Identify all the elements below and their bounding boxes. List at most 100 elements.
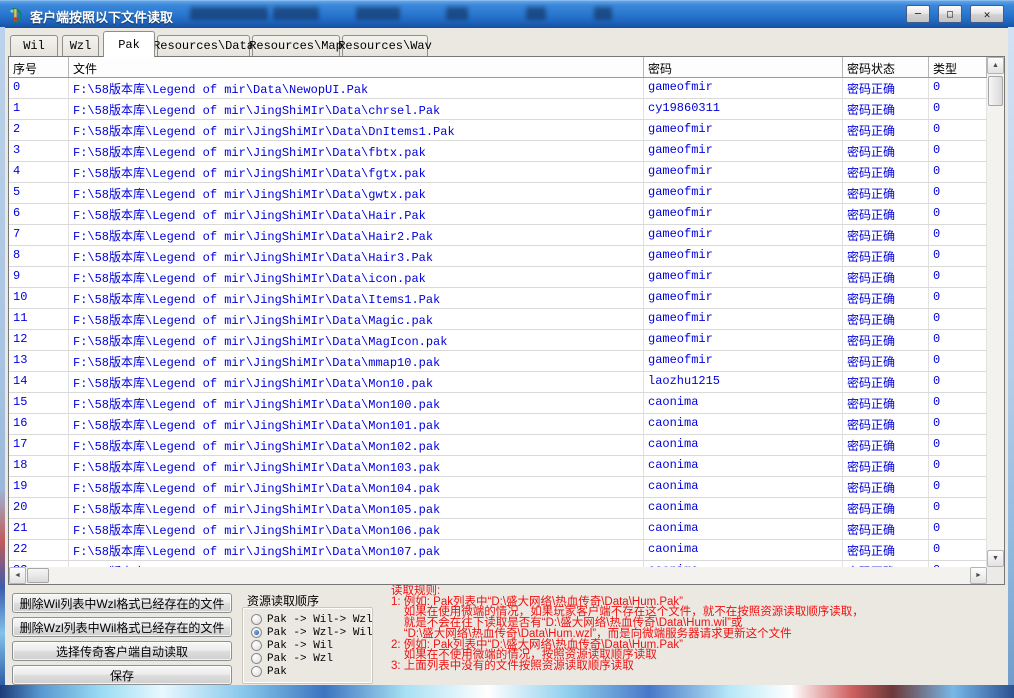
table-row[interactable]: 9 F:\58版本库\Legend of mir\JingShiMIr\Data\… (9, 267, 987, 288)
table-body: 0 F:\58版本库\Legend of mir\Data\NewopUI.Pak… (9, 78, 987, 567)
cell-index: 1 (9, 99, 69, 119)
table-row[interactable]: 3 F:\58版本库\Legend of mir\JingShiMIr\Data\… (9, 141, 987, 162)
table-row[interactable]: 8 F:\58版本库\Legend of mir\JingShiMIr\Data\… (9, 246, 987, 267)
radio-option-3[interactable]: Pak -> Wil (251, 639, 333, 652)
tab-wil[interactable]: Wil (10, 35, 58, 56)
cell-index: 11 (9, 309, 69, 329)
maximize-button[interactable]: □ (938, 5, 962, 23)
radio-option-4[interactable]: Pak -> Wzl (251, 652, 333, 665)
column-header-file[interactable]: 文件 (69, 57, 644, 77)
cell-file: F:\58版本库\Legend of mir\JingShiMIr\Data\M… (69, 477, 644, 497)
tab-resources-map[interactable]: Resources\Map (249, 35, 343, 56)
table-row[interactable]: 14 F:\58版本库\Legend of mir\JingShiMIr\Data… (9, 372, 987, 393)
column-header-type[interactable]: 类型 (929, 57, 987, 77)
cell-type: 0 (929, 141, 987, 161)
table-row[interactable]: 0 F:\58版本库\Legend of mir\Data\NewopUI.Pak… (9, 78, 987, 99)
cell-type: 0 (929, 288, 987, 308)
table-row[interactable]: 22 F:\58版本库\Legend of mir\JingShiMIr\Data… (9, 540, 987, 561)
cell-status: 密码正确 (843, 162, 929, 182)
table-row[interactable]: 2 F:\58版本库\Legend of mir\JingShiMIr\Data\… (9, 120, 987, 141)
cell-password: laozhu1215 (644, 372, 843, 392)
cell-file: F:\58版本库\Legend of mir\JingShiMIr\Data\M… (69, 393, 644, 413)
column-header-password[interactable]: 密码 (644, 57, 843, 77)
cell-type: 0 (929, 456, 987, 476)
scroll-left-button[interactable]: ◄ (9, 567, 26, 584)
tab-wzl[interactable]: Wzl (62, 35, 99, 56)
horizontal-scrollbar[interactable]: ◄ ► (9, 567, 987, 584)
radio-option-2[interactable]: Pak -> Wzl-> Wil (251, 626, 373, 639)
table-row[interactable]: 1 F:\58版本库\Legend of mir\JingShiMIr\Data\… (9, 99, 987, 120)
window-border-left (0, 27, 5, 686)
radio-icon (251, 627, 262, 638)
cell-file: F:\58版本库\Legend of mir\JingShiMIr\Data\D… (69, 120, 644, 140)
cell-file: F:\58版本库\Legend of mir\JingShiMIr\Data\M… (69, 456, 644, 476)
cell-password: gameofmir (644, 225, 843, 245)
cell-status: 密码正确 (843, 477, 929, 497)
cell-type: 0 (929, 540, 987, 560)
minimize-button[interactable]: ─ (906, 5, 930, 23)
cell-status: 密码正确 (843, 351, 929, 371)
table-row[interactable]: 18 F:\58版本库\Legend of mir\JingShiMIr\Data… (9, 456, 987, 477)
cell-type: 0 (929, 351, 987, 371)
vertical-scroll-thumb[interactable] (988, 76, 1003, 106)
cell-status: 密码正确 (843, 141, 929, 161)
scroll-right-icon: ► (975, 572, 982, 579)
cell-type: 0 (929, 78, 987, 98)
window-border-bottom (0, 685, 1014, 698)
table-row[interactable]: 17 F:\58版本库\Legend of mir\JingShiMIr\Data… (9, 435, 987, 456)
rules-text: 读取规则: 1: 例如: Pak列表中“D:\盛大网络\热血传奇\Data\Hu… (391, 585, 864, 672)
cell-status: 密码正确 (843, 330, 929, 350)
radio-option-5[interactable]: Pak (251, 665, 287, 678)
table-row[interactable]: 19 F:\58版本库\Legend of mir\JingShiMIr\Data… (9, 477, 987, 498)
table-row[interactable]: 11 F:\58版本库\Legend of mir\JingShiMIr\Data… (9, 309, 987, 330)
close-button[interactable]: ✕ (970, 5, 1004, 23)
scroll-up-button[interactable]: ▲ (987, 57, 1004, 74)
table-header: 序号 文件 密码 密码状态 类型 (9, 57, 987, 78)
cell-status: 密码正确 (843, 267, 929, 287)
cell-index: 8 (9, 246, 69, 266)
cell-password: caonima (644, 540, 843, 560)
scroll-down-icon: ▼ (992, 555, 999, 562)
delete-wil-duplicates-button[interactable]: 删除Wil列表中Wzl格式已经存在的文件 (12, 593, 232, 613)
window-title: 客户端按照以下文件读取 (30, 10, 174, 25)
column-header-index[interactable]: 序号 (9, 57, 69, 77)
table-row[interactable]: 12 F:\58版本库\Legend of mir\JingShiMIr\Data… (9, 330, 987, 351)
tab-resources-wav[interactable]: Resources\Wav (338, 35, 432, 56)
tab-resources-data[interactable]: Resources\Data (153, 35, 254, 56)
table-row[interactable]: 15 F:\58版本库\Legend of mir\JingShiMIr\Data… (9, 393, 987, 414)
cell-index: 2 (9, 120, 69, 140)
table-row[interactable]: 7 F:\58版本库\Legend of mir\JingShiMIr\Data\… (9, 225, 987, 246)
scroll-left-icon: ◄ (14, 572, 21, 579)
radio-option-1[interactable]: Pak -> Wil-> Wzl (251, 613, 373, 626)
table-row[interactable]: 5 F:\58版本库\Legend of mir\JingShiMIr\Data\… (9, 183, 987, 204)
cell-index: 9 (9, 267, 69, 287)
vertical-scrollbar[interactable]: ▲ ▼ (987, 57, 1004, 567)
table-row[interactable]: 4 F:\58版本库\Legend of mir\JingShiMIr\Data\… (9, 162, 987, 183)
table-row[interactable]: 10 F:\58版本库\Legend of mir\JingShiMIr\Data… (9, 288, 987, 309)
close-icon: ✕ (983, 7, 991, 21)
auto-read-client-button[interactable]: 选择传奇客户端自动读取 (12, 641, 232, 661)
table-row[interactable]: 20 F:\58版本库\Legend of mir\JingShiMIr\Data… (9, 498, 987, 519)
tab-pak[interactable]: Pak (103, 31, 155, 57)
maximize-icon: □ (946, 8, 954, 20)
column-header-status[interactable]: 密码状态 (843, 57, 929, 77)
table-row[interactable]: 21 F:\58版本库\Legend of mir\JingShiMIr\Data… (9, 519, 987, 540)
table-row[interactable]: 13 F:\58版本库\Legend of mir\JingShiMIr\Data… (9, 351, 987, 372)
cell-status: 密码正确 (843, 498, 929, 518)
scroll-down-button[interactable]: ▼ (987, 550, 1004, 567)
horizontal-scroll-thumb[interactable] (27, 568, 49, 583)
cell-type: 0 (929, 267, 987, 287)
cell-type: 0 (929, 372, 987, 392)
cell-type: 0 (929, 120, 987, 140)
table-row[interactable]: 6 F:\58版本库\Legend of mir\JingShiMIr\Data\… (9, 204, 987, 225)
save-button[interactable]: 保存 (12, 665, 232, 685)
table-row[interactable]: 16 F:\58版本库\Legend of mir\JingShiMIr\Data… (9, 414, 987, 435)
scroll-right-button[interactable]: ► (970, 567, 987, 584)
title-bar[interactable]: 客户端按照以下文件读取 ─ □ ✕ (0, 0, 1014, 28)
cell-index: 18 (9, 456, 69, 476)
cell-file: F:\58版本库\Legend of mir\JingShiMIr\Data\M… (69, 372, 644, 392)
cell-password: gameofmir (644, 351, 843, 371)
cell-status: 密码正确 (843, 414, 929, 434)
cell-password: gameofmir (644, 78, 843, 98)
delete-wzl-duplicates-button[interactable]: 删除Wzl列表中Wil格式已经存在的文件 (12, 617, 232, 637)
